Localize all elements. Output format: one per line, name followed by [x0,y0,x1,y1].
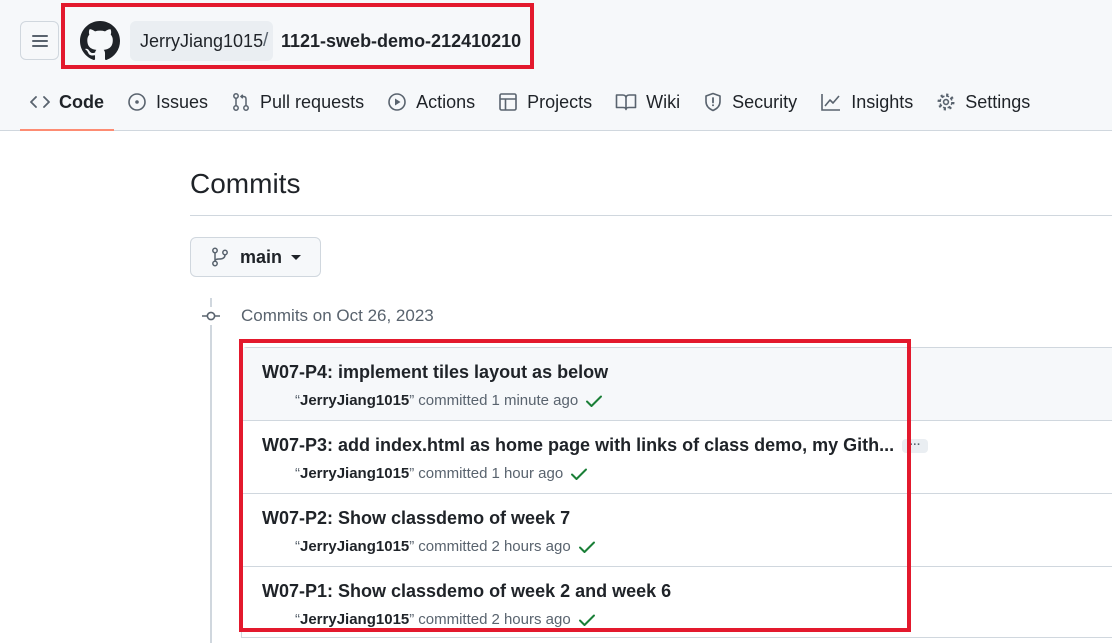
repo-header: JerryJiang1015 / 1121-sweb-demo-21241021… [0,0,1112,131]
commit-meta: “JerryJiang1015” committed 1 minute ago [295,392,603,409]
commit-row: W07-P1: Show classdemo of week 2 and wee… [242,567,1112,637]
github-logo-icon[interactable] [80,21,120,61]
expand-message-button[interactable]: ··· [902,439,929,454]
branch-name: main [240,246,283,267]
tab-label: Wiki [646,91,681,112]
commit-row: W07-P2: Show classdemo of week 7 “JerryJ… [242,494,1112,567]
check-icon[interactable] [570,466,588,482]
tab-wiki[interactable]: Wiki [605,78,690,126]
pull-request-icon [233,93,249,111]
page-title: Commits [190,168,301,199]
commit-verb: committed [418,392,488,409]
tab-label: Actions [416,91,476,112]
caret-down-icon [291,254,302,260]
tab-projects[interactable]: Projects [488,78,602,126]
commit-message-link[interactable]: W07-P1: Show classdemo of week 2 and wee… [262,581,671,602]
tab-insights[interactable]: Insights [810,78,923,126]
tab-label: Projects [527,91,593,112]
commit-author-link[interactable]: JerryJiang1015 [300,611,409,628]
tab-code[interactable]: Code [20,78,114,131]
commit-author-link[interactable]: JerryJiang1015 [300,465,409,482]
commit-meta: “JerryJiang1015” committed 2 hours ago [295,611,596,628]
commit-group-date: Commits on Oct 26, 2023 [241,306,434,325]
check-icon[interactable] [578,539,596,555]
tab-security[interactable]: Security [693,78,807,126]
tab-actions[interactable]: Actions [377,78,485,126]
tab-label: Settings [965,91,1031,112]
tab-label: Insights [851,91,914,112]
check-icon[interactable] [578,612,596,628]
commit-author-link[interactable]: JerryJiang1015 [300,392,409,409]
tab-pull-requests[interactable]: Pull requests [221,78,374,126]
shield-icon [705,92,721,112]
commit-list: W07-P4: implement tiles layout as below … [241,347,1112,638]
graph-icon [821,94,841,111]
git-branch-icon [212,247,228,267]
play-icon [388,93,406,111]
book-icon [615,94,637,111]
commit-time: 1 minute ago [491,392,579,409]
issue-icon [128,93,146,111]
commit-time: 2 hours ago [491,611,571,628]
commit-row: W07-P3: add index.html as home page with… [242,421,1112,494]
breadcrumb-separator: / [263,30,269,51]
hamburger-menu-button[interactable] [20,21,59,60]
tab-label: Code [59,91,104,112]
code-icon [30,96,50,108]
repo-name-link[interactable]: 1121-sweb-demo-212410210 [281,21,521,61]
hamburger-icon [31,34,48,47]
tab-label: Issues [156,91,209,112]
tab-issues[interactable]: Issues [117,78,218,126]
commit-time: 2 hours ago [491,538,571,555]
commit-message-link[interactable]: W07-P4: implement tiles layout as below [262,362,608,383]
commit-time: 1 hour ago [491,465,564,482]
repo-nav-tabs: Code Issues Pull requests Actions Projec… [20,78,1043,131]
branch-select-button[interactable]: main [190,237,321,277]
commit-row: W07-P4: implement tiles layout as below … [242,348,1112,421]
tab-settings[interactable]: Settings [926,78,1040,126]
tab-label: Pull requests [260,91,365,112]
tab-label: Security [732,91,798,112]
commit-verb: committed [418,465,488,482]
commit-verb: committed [418,538,488,555]
commit-message-link[interactable]: W07-P2: Show classdemo of week 7 [262,508,570,529]
commit-timeline-line [210,298,212,643]
commit-meta: “JerryJiang1015” committed 2 hours ago [295,538,596,555]
commit-meta: “JerryJiang1015” committed 1 hour ago [295,465,588,482]
repo-owner-link[interactable]: JerryJiang1015 [130,21,274,61]
table-icon [499,93,517,111]
commit-author-link[interactable]: JerryJiang1015 [300,538,409,555]
commit-message-text[interactable]: W07-P3: add index.html as home page with… [262,435,894,455]
check-icon[interactable] [585,393,603,409]
commit-verb: committed [418,611,488,628]
git-commit-icon [201,307,221,325]
title-divider [190,215,1112,216]
gear-icon [937,93,955,111]
commit-message-link: W07-P3: add index.html as home page with… [262,435,929,456]
